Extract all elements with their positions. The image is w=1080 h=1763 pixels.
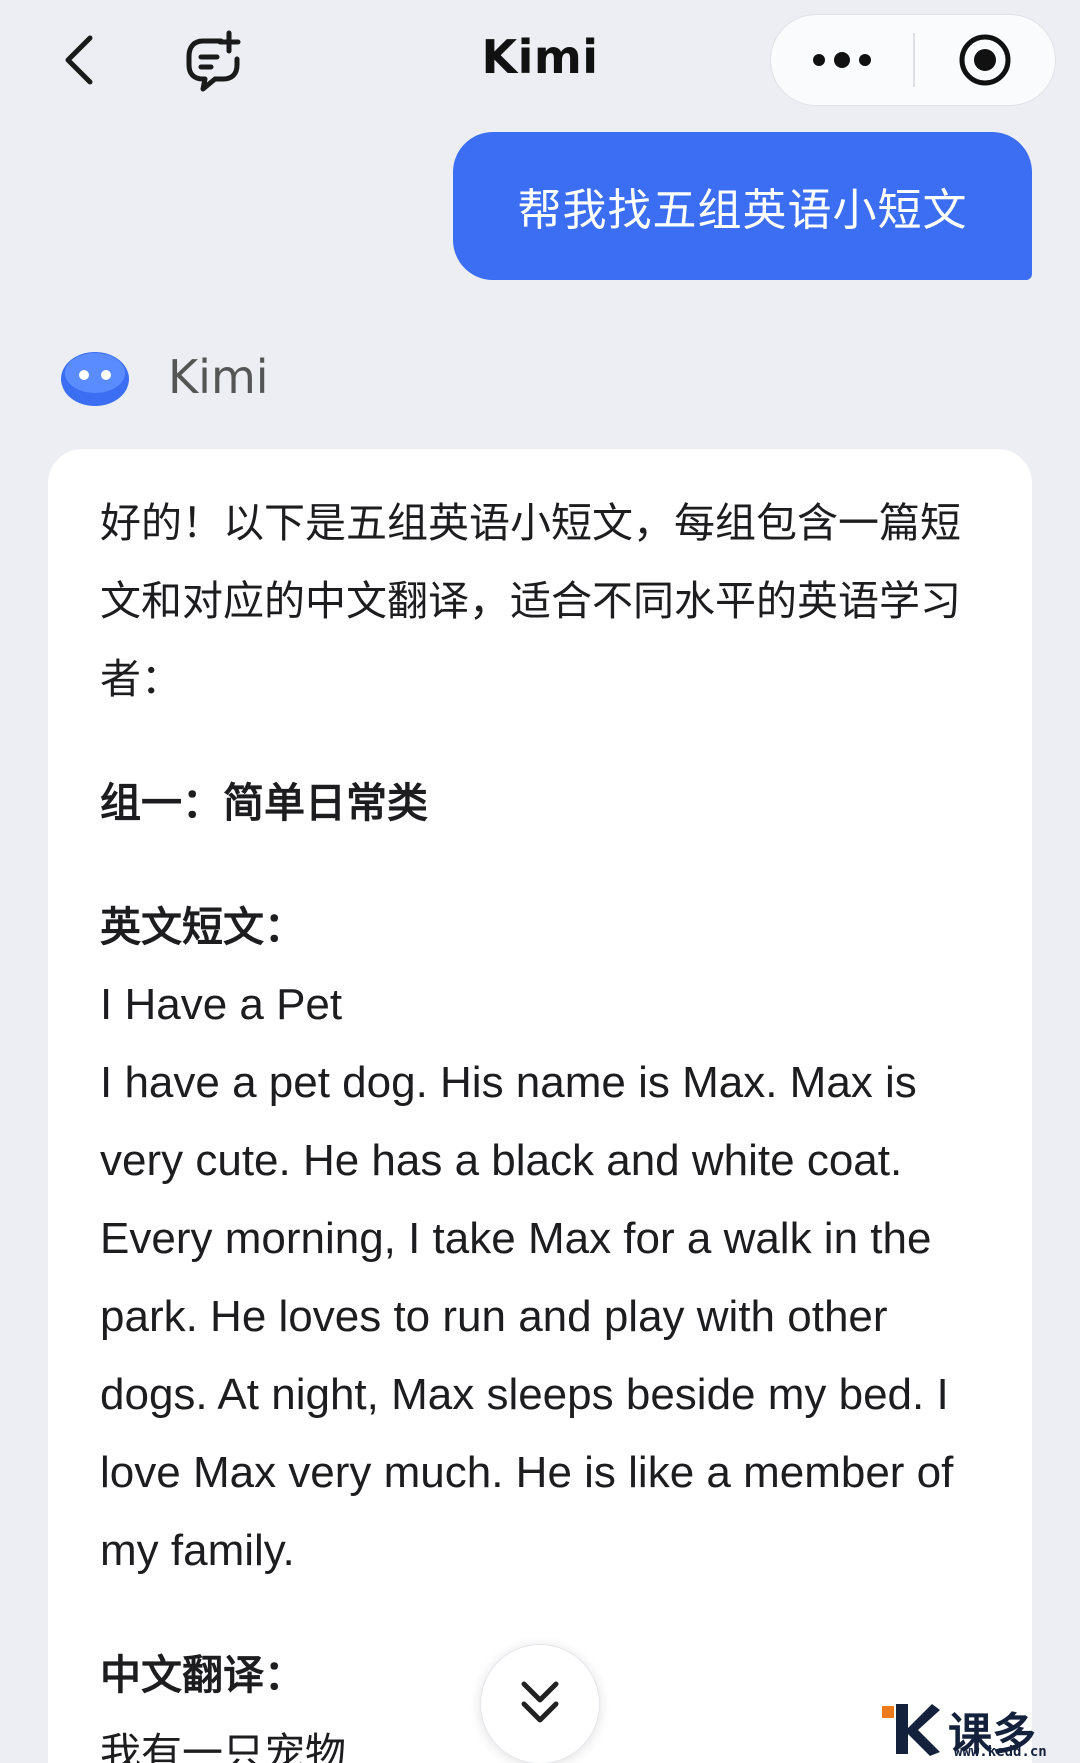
english-label: 英文短文：	[100, 903, 305, 951]
double-chevron-down-icon	[521, 1681, 559, 1723]
kedd-logo-icon	[882, 1704, 940, 1756]
assistant-message-body: 好的！以下是五组英语小短文，每组包含一篇短文和对应的中文翻译，适合不同水平的英语…	[100, 484, 980, 1763]
group-title: 组一：简单日常类	[100, 779, 428, 827]
chat-screen: Kimi 帮我找五组英语小短文 Kimi 好的！以下是五组英语小短文，每组包含一…	[0, 0, 1080, 1763]
kimi-avatar-icon	[61, 352, 129, 406]
more-dots-icon	[813, 52, 871, 68]
user-message-bubble[interactable]: 帮我找五组英语小短文	[453, 132, 1032, 280]
scroll-to-bottom-button[interactable]	[480, 1644, 600, 1763]
more-button[interactable]	[771, 14, 913, 106]
english-title: I Have a Pet	[100, 980, 343, 1029]
close-mini-program-button[interactable]	[915, 14, 1055, 106]
mini-program-capsule	[770, 14, 1056, 106]
record-target-icon	[959, 34, 1011, 86]
english-text: I have a pet dog. His name is Max. Max i…	[100, 1058, 954, 1575]
watermark: 课多多 www.kedd.cn	[878, 1700, 1078, 1760]
assistant-name: Kimi	[168, 350, 269, 404]
intro-text: 好的！以下是五组英语小短文，每组包含一篇短文和对应的中文翻译，适合不同水平的英语…	[100, 499, 961, 703]
watermark-url: www.kedd.cn	[954, 1744, 1047, 1760]
top-navigation-bar: Kimi	[0, 0, 1080, 120]
